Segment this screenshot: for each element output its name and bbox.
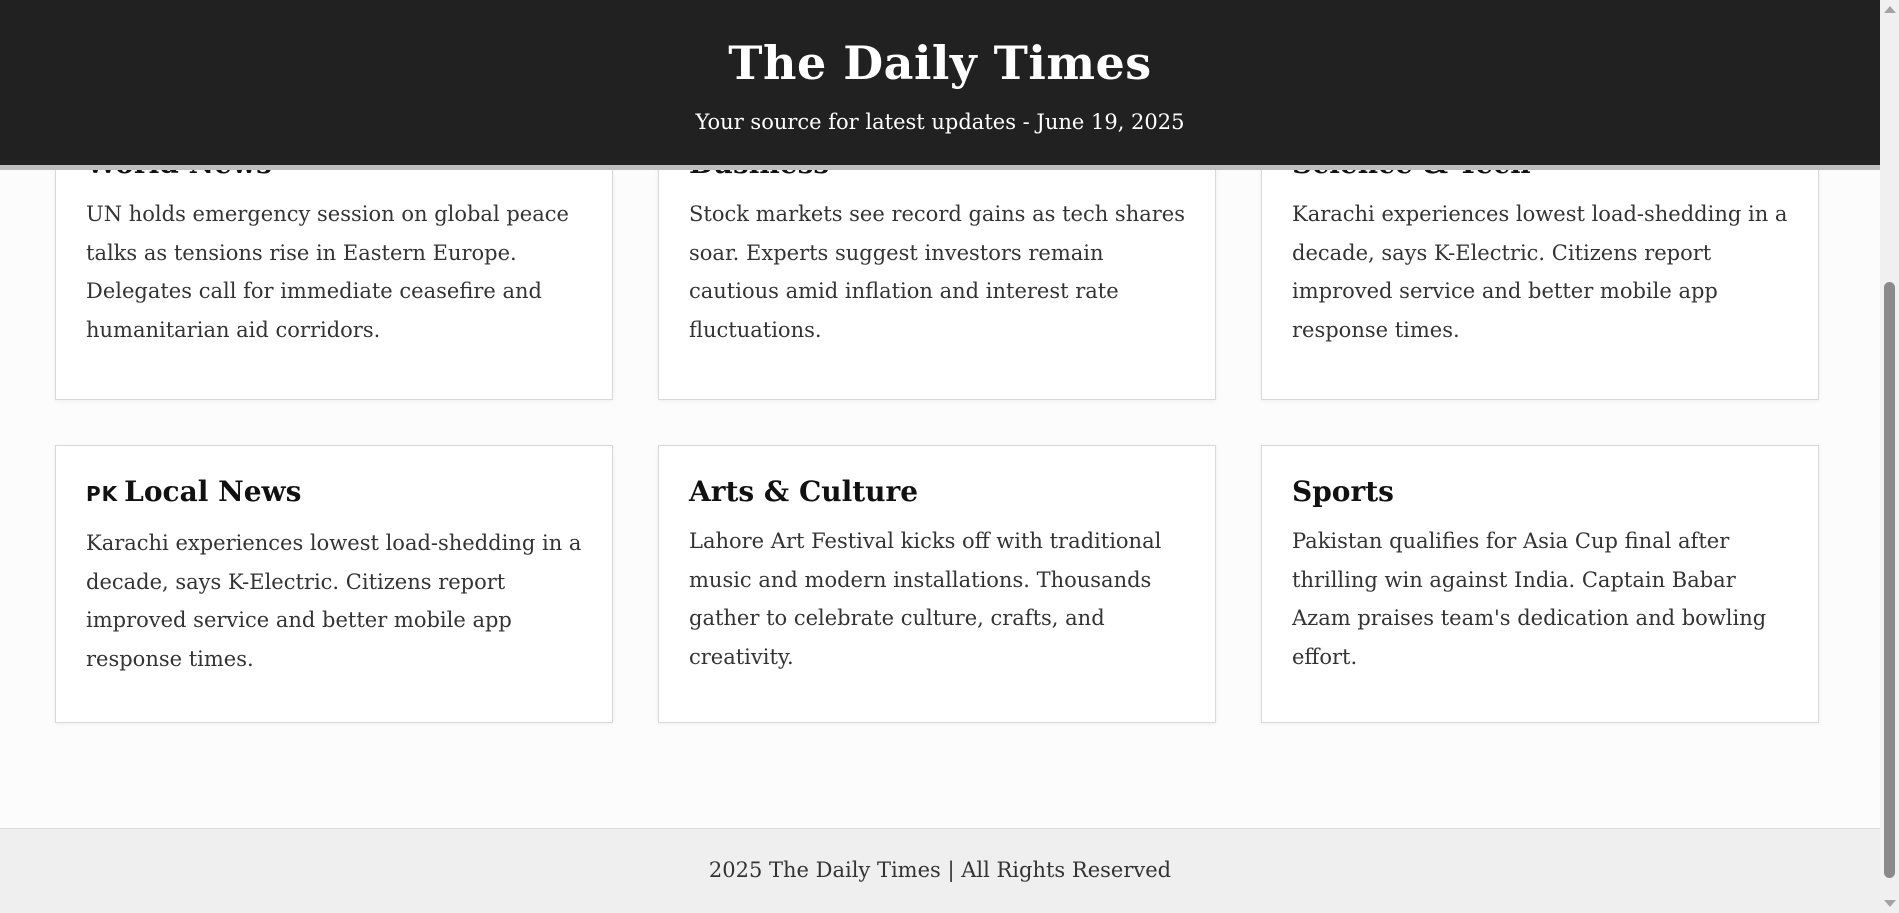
scroll-down-arrow-icon[interactable]	[1884, 900, 1896, 907]
card-body: Karachi experiences lowest load-shedding…	[1292, 202, 1788, 342]
vertical-scrollbar[interactable]	[1880, 0, 1899, 913]
card-body: Karachi experiences lowest load-shedding…	[86, 531, 582, 671]
card-body: Lahore Art Festival kicks off with tradi…	[689, 529, 1162, 669]
card-body: Stock markets see record gains as tech s…	[689, 202, 1186, 342]
site-header: The Daily Times Your source for latest u…	[0, 0, 1880, 170]
card-title: Arts & Culture	[689, 475, 919, 508]
site-title: The Daily Times	[728, 36, 1152, 90]
footer-text: 2025 The Daily Times | All Rights Reserv…	[708, 858, 1172, 882]
page-content: World News UN holds emergency session on…	[0, 0, 1880, 913]
browser-viewport: World News UN holds emergency session on…	[0, 0, 1899, 913]
news-card-local: PK Local News Karachi experiences lowest …	[55, 445, 613, 723]
card-title-text: Local News	[124, 475, 302, 508]
scrollbar-thumb[interactable]	[1884, 282, 1895, 878]
news-card-sports: Sports Pakistan qualifies for Asia Cup f…	[1261, 445, 1819, 723]
card-body: Pakistan qualifies for Asia Cup final af…	[1292, 529, 1767, 669]
card-title: Sports	[1292, 475, 1394, 508]
card-body: UN holds emergency session on global pea…	[86, 202, 569, 342]
news-card-arts-culture: Arts & Culture Lahore Art Festival kicks…	[658, 445, 1216, 723]
card-title: PK Local News	[86, 472, 582, 514]
site-footer: 2025 The Daily Times | All Rights Reserv…	[0, 828, 1880, 913]
site-tagline: Your source for latest updates - June 19…	[695, 110, 1185, 134]
scroll-up-arrow-icon[interactable]	[1884, 6, 1896, 13]
pk-flag-icon: PK	[86, 482, 119, 506]
